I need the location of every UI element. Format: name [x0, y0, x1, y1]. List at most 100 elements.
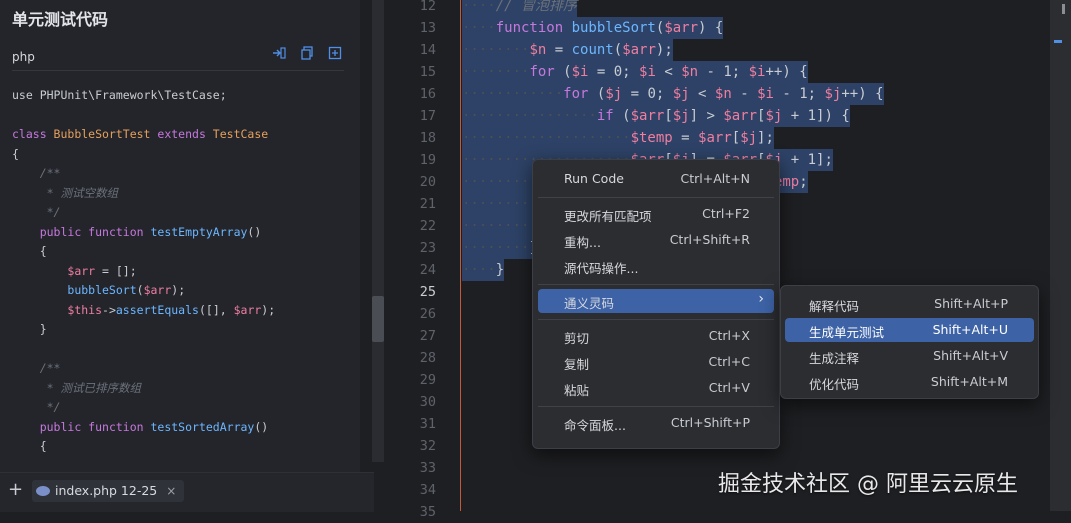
- snippet-line: * 测试已排序数组: [12, 379, 352, 399]
- code-token: $arr: [664, 20, 699, 36]
- menu-item-label: 剪切: [564, 331, 590, 346]
- code-line[interactable]: ········$n = count($arr);: [462, 39, 673, 61]
- panel-scroll-thumb[interactable]: [372, 296, 384, 342]
- snippet-line: [12, 106, 352, 126]
- whitespace-indent: ········: [462, 42, 530, 58]
- code-token: [: [664, 108, 673, 124]
- code-token: ;: [799, 174, 808, 190]
- language-label: php: [12, 50, 35, 64]
- copy-icon[interactable]: [298, 46, 316, 64]
- code-token: $arr: [723, 108, 758, 124]
- insert-icon[interactable]: [270, 46, 288, 64]
- code-token: <: [655, 64, 682, 80]
- code-token: = [1, 2, 3, 4, 5];: [95, 459, 227, 462]
- code-token: if: [596, 108, 623, 124]
- code-token: * 测试空数组: [39, 185, 118, 200]
- code-token: $j: [672, 108, 690, 124]
- menu-item[interactable]: 粘贴 Ctrl+V: [538, 376, 774, 400]
- code-line[interactable]: ················if ($arr[$j] > $arr[$j +…: [462, 105, 850, 127]
- submenu-item-shortcut: Shift+Alt+V: [933, 348, 1008, 363]
- menu-item[interactable]: 剪切 Ctrl+X: [538, 324, 774, 348]
- submenu-item-shortcut: Shift+Alt+U: [932, 322, 1008, 337]
- gutter-indicator: [460, 0, 461, 511]
- menu-item[interactable]: 复制 Ctrl+C: [538, 350, 774, 374]
- menu-item[interactable]: 重构... Ctrl+Shift+R: [538, 228, 774, 252]
- menu-item[interactable]: Run Code Ctrl+Alt+N: [538, 167, 774, 191]
- whitespace-indent: ····················: [462, 130, 631, 146]
- submenu-item[interactable]: 生成注释 Shift+Alt+V: [785, 344, 1034, 368]
- code-token: - 1;: [773, 86, 825, 102]
- menu-item[interactable]: 更改所有匹配项 Ctrl+F2: [538, 202, 774, 226]
- add-context-button[interactable]: +: [8, 479, 23, 500]
- menu-item[interactable]: 命令面板... Ctrl+Shift+P: [538, 411, 774, 435]
- menu-item[interactable]: 通义灵码 ›: [538, 289, 774, 313]
- submenu-item-label: 生成注释: [809, 351, 860, 366]
- line-number: 33: [419, 460, 436, 476]
- submenu-item[interactable]: 优化代码 Shift+Alt+M: [785, 370, 1034, 394]
- close-icon[interactable]: ×: [166, 480, 176, 502]
- code-token: $arr: [698, 130, 732, 146]
- code-token: ] >: [689, 108, 724, 124]
- code-token: ) {: [698, 20, 724, 36]
- context-file-bar: + index.php 12-25 ×: [0, 472, 374, 512]
- scroll-thumb[interactable]: [1062, 4, 1065, 14]
- line-number: 17: [419, 108, 436, 124]
- code-token: $arr: [143, 283, 172, 297]
- menu-separator: [538, 406, 774, 407]
- snippet-line: bubbleSort($arr);: [12, 281, 352, 301]
- code-token: /**: [39, 166, 61, 180]
- code-token: }: [12, 322, 47, 336]
- code-line[interactable]: ····················$temp = $arr[$j];: [462, 127, 774, 149]
- code-token: $arr: [67, 263, 96, 278]
- line-number: 12: [419, 0, 436, 14]
- code-token: -: [731, 86, 758, 102]
- code-block-header: php: [12, 46, 344, 71]
- code-token: $i: [748, 64, 766, 80]
- line-number: 29: [419, 372, 436, 388]
- snippet-line: $arr = [1, 2, 3, 4, 5];: [12, 457, 352, 462]
- snippet-line: /**: [12, 359, 352, 379]
- code-token: class: [12, 127, 54, 141]
- code-token: $arr: [233, 302, 262, 317]
- code-line[interactable]: ····function bubbleSort($arr) {: [462, 17, 724, 39]
- code-token: extends: [157, 127, 213, 141]
- submenu-item[interactable]: 生成单元测试 Shift+Alt+U: [785, 318, 1034, 342]
- code-line[interactable]: ····// 冒泡排序: [462, 0, 578, 17]
- code-token: [: [731, 130, 741, 146]
- line-number: 14: [419, 42, 436, 58]
- code-token: + 1];: [782, 152, 833, 168]
- code-token: <: [689, 86, 715, 102]
- line-number: 21: [419, 196, 436, 212]
- line-number: 22: [419, 218, 436, 234]
- apply-icon[interactable]: [326, 46, 344, 64]
- menu-item-label: 通义灵码: [564, 296, 615, 311]
- line-number: 13: [419, 20, 436, 36]
- snippet-line: */: [12, 203, 352, 223]
- code-token: (: [563, 64, 572, 80]
- editor-scrollbar[interactable]: [1050, 0, 1071, 511]
- snippet-line: {: [12, 437, 352, 457]
- menu-item-shortcut: Ctrl+V: [708, 380, 750, 395]
- unit-test-code: use PHPUnit\Framework\TestCase; class Bub…: [12, 86, 352, 461]
- snippet-line: use PHPUnit\Framework\TestCase;: [12, 86, 352, 106]
- code-token: ++) {: [765, 64, 808, 80]
- code-token: ([],: [198, 302, 234, 317]
- code-token: $j: [605, 86, 623, 102]
- menu-item[interactable]: 源代码操作...: [538, 254, 774, 278]
- submenu-item[interactable]: 解释代码 Shift+Alt+P: [785, 292, 1034, 316]
- code-line[interactable]: ········for ($i = 0; $i < $n - 1; $i++) …: [462, 61, 808, 83]
- line-number-gutter: 12 13 14 15 16 17 18 19 20 21 22 23 24 25 26 27 28 29 30 31…: [384, 0, 436, 520]
- code-line[interactable]: ····}: [462, 259, 505, 281]
- code-token: testEmptyArray: [150, 224, 248, 239]
- line-number: 28: [419, 350, 436, 366]
- code-line[interactable]: ············for ($j = 0; $j < $n - $i - …: [462, 83, 884, 105]
- code-line[interactable]: ········}: [462, 237, 538, 259]
- file-reference-tab[interactable]: index.php 12-25 ×: [32, 480, 185, 502]
- whitespace-indent: ····: [462, 20, 496, 36]
- panel-scrollbar[interactable]: [372, 0, 384, 462]
